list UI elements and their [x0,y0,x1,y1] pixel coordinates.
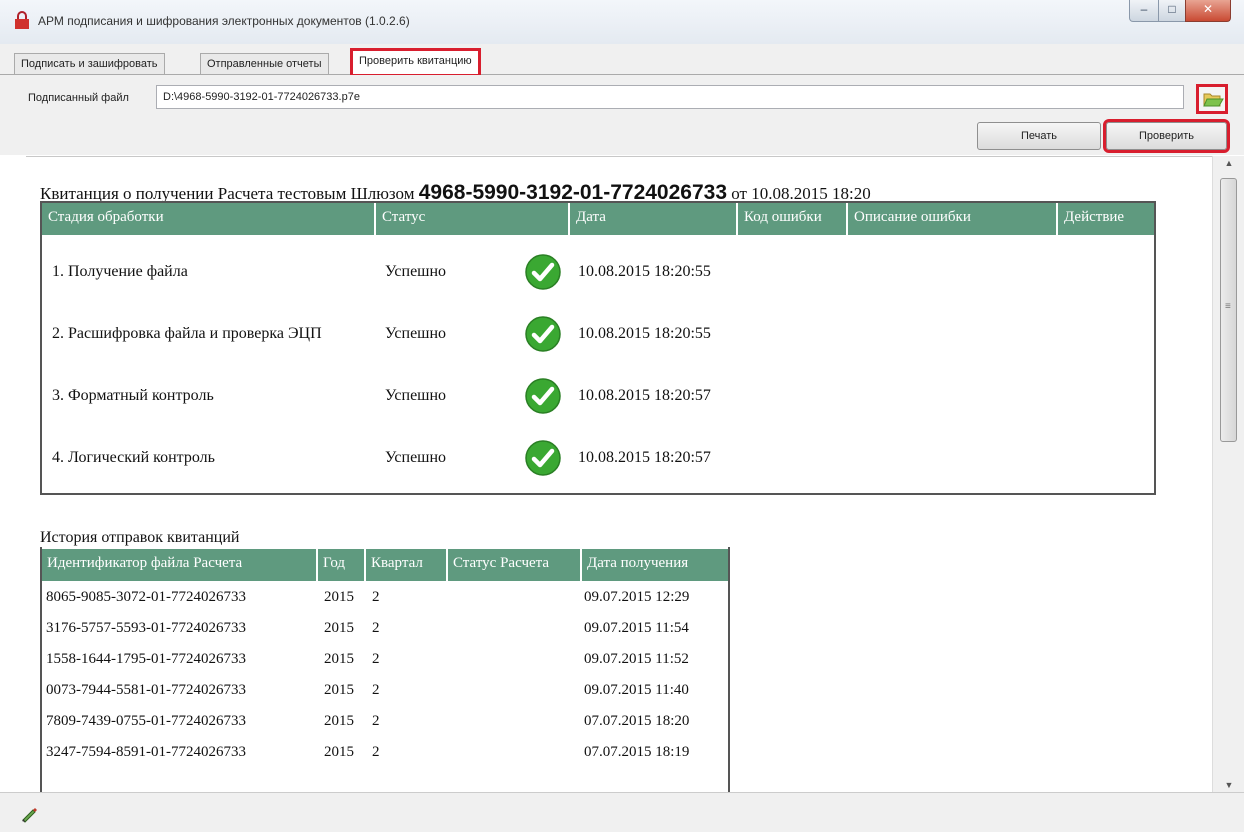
year-cell: 2015 [324,682,354,698]
stage-cell: 3. Форматный контроль [52,387,214,404]
quarter-cell: 2 [372,713,380,729]
maximize-button[interactable]: □ [1158,0,1186,22]
received-date-cell: 09.07.2015 11:52 [584,651,689,667]
table-row: 2. Расшифровка файла и проверка ЭЦП Успе… [42,303,1154,365]
received-date-cell: 09.07.2015 11:54 [584,620,689,636]
year-cell: 2015 [324,589,354,605]
grip-icon: ≡ [1225,301,1231,312]
check-circle-icon [525,440,561,476]
scroll-down-icon[interactable]: ▼ [1213,780,1244,790]
close-icon: ✕ [1202,2,1214,16]
minimize-icon: – [1140,2,1148,16]
file-id-cell: 3247-7594-8591-01-7724026733 [46,744,246,760]
file-id-cell: 7809-7439-0755-01-7724026733 [46,713,246,729]
status-cell: Успешно [385,325,447,342]
date-cell: 10.08.2015 18:20:57 [578,387,711,404]
status-bar [0,792,1244,832]
status-cell: Успешно [385,449,447,466]
file-id-cell: 8065-9085-3072-01-7724026733 [46,589,246,605]
year-cell: 2015 [324,744,354,760]
check-circle-icon [525,316,561,352]
header-year: Год [318,549,366,581]
tab-sent-reports[interactable]: Отправленные отчеты [200,53,329,74]
tab-strip [0,44,1244,75]
table-row[interactable]: 1558-1644-1795-01-7724026733 2015 2 09.0… [42,646,728,677]
file-id-cell: 0073-7944-5581-01-7724026733 [46,682,246,698]
table-row[interactable]: 3247-7594-8591-01-7724026733 2015 2 07.0… [42,739,728,770]
vertical-scrollbar[interactable]: ▲ ≡ ▼ [1212,156,1244,792]
table-row: 4. Логический контроль Успешно 10.08.201… [42,427,1154,489]
window-title: АРМ подписания и шифрования электронных … [38,14,410,28]
date-cell: 10.08.2015 18:20:55 [578,325,711,342]
quarter-cell: 2 [372,744,380,760]
header-received-date: Дата получения [582,549,728,581]
stage-cell: 2. Расшифровка файла и проверка ЭЦП [52,325,322,342]
signed-file-label: Подписанный файл [28,92,129,104]
table-row[interactable]: 7809-7439-0755-01-7724026733 2015 2 07.0… [42,708,728,739]
header-quarter: Квартал [366,549,448,581]
quarter-cell: 2 [372,620,380,636]
check-circle-icon [525,378,561,414]
status-cell: Успешно [385,387,447,404]
date-cell: 10.08.2015 18:20:57 [578,449,711,466]
print-button[interactable]: Печать [977,122,1101,150]
header-status: Статус [376,203,570,235]
minimize-button[interactable]: – [1129,0,1159,22]
header-action: Действие [1058,203,1154,235]
header-calc-status: Статус Расчета [448,549,582,581]
stage-cell: 4. Логический контроль [52,449,215,466]
year-cell: 2015 [324,620,354,636]
app-lock-icon [15,11,29,29]
check-button[interactable]: Проверить [1103,119,1230,153]
tab-check-receipt[interactable]: Проверить квитанцию [350,48,481,77]
year-cell: 2015 [324,713,354,729]
table-row[interactable]: 3176-5757-5593-01-7724026733 2015 2 09.0… [42,615,728,646]
signed-file-input[interactable] [156,85,1184,109]
quarter-cell: 2 [372,651,380,667]
table-row[interactable]: 0073-7944-5581-01-7724026733 2015 2 09.0… [42,677,728,708]
quarter-cell: 2 [372,589,380,605]
receipt-view: Квитанция о получении Расчета тестовым Ш… [26,156,1212,792]
pen-icon [22,808,37,823]
header-error-description: Описание ошибки [848,203,1058,235]
tab-sign-encrypt[interactable]: Подписать и зашифровать [14,53,165,74]
table-row[interactable]: 8065-9085-3072-01-7724026733 2015 2 09.0… [42,584,728,615]
stage-cell: 1. Получение файла [52,263,188,280]
quarter-cell: 2 [372,682,380,698]
table-row: 1. Получение файла Успешно 10.08.2015 18… [42,241,1154,303]
received-date-cell: 07.07.2015 18:20 [584,713,690,729]
header-stage: Стадия обработки [42,203,376,235]
folder-open-icon [1203,93,1224,107]
year-cell: 2015 [324,651,354,667]
check-circle-icon [525,254,561,290]
header-error-code: Код ошибки [738,203,848,235]
received-date-cell: 09.07.2015 12:29 [584,589,690,605]
date-cell: 10.08.2015 18:20:55 [578,263,711,280]
received-date-cell: 09.07.2015 11:40 [584,682,689,698]
received-date-cell: 07.07.2015 18:19 [584,744,690,760]
window-titlebar: АРМ подписания и шифрования электронных … [0,0,1244,44]
close-button[interactable]: ✕ [1185,0,1231,22]
file-id-cell: 1558-1644-1795-01-7724026733 [46,651,246,667]
scroll-up-icon[interactable]: ▲ [1213,158,1244,168]
header-date: Дата [570,203,738,235]
table-row: 3. Форматный контроль Успешно 10.08.2015… [42,365,1154,427]
file-id-cell: 3176-5757-5593-01-7724026733 [46,620,246,636]
scrollbar-thumb[interactable]: ≡ [1220,178,1237,442]
header-file-id: Идентификатор файла Расчета [42,549,318,581]
status-cell: Успешно [385,263,447,280]
maximize-icon: □ [1168,2,1176,16]
history-title: История отправок квитанций [40,529,240,546]
browse-file-button[interactable] [1196,84,1228,114]
